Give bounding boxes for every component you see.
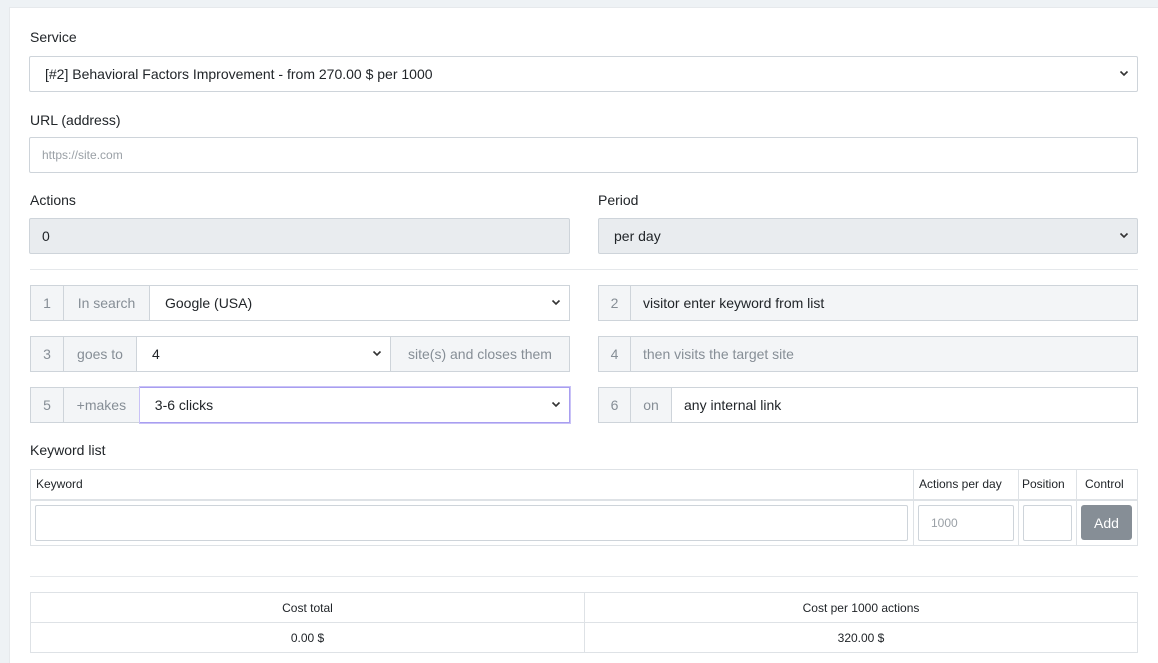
actions-field: 0 (29, 218, 570, 254)
url-placeholder: https://site.com (42, 148, 123, 162)
period-label: Period (598, 192, 639, 208)
col-position: Position (1022, 477, 1065, 491)
search-engine-select[interactable]: Google (USA) (150, 285, 570, 321)
col-divider (1018, 469, 1019, 546)
step-prefix: +makes (63, 387, 140, 423)
step-prefix: on (631, 387, 672, 423)
order-form-card: Service [#2] Behavioral Factors Improvem… (9, 7, 1158, 663)
step-2-group: 2 visitor enter keyword from list (598, 285, 1138, 321)
step-prefix: In search (64, 285, 150, 321)
period-select[interactable]: per day (598, 218, 1138, 254)
search-engine-value: Google (USA) (165, 295, 253, 311)
clicks-select[interactable]: 3-6 clicks (139, 387, 570, 423)
step-suffix: site(s) and closes them (391, 336, 570, 372)
col-control: Control (1085, 477, 1124, 491)
service-select-value: [#2] Behavioral Factors Improvement - fr… (45, 66, 433, 82)
link-target-field[interactable]: any internal link (672, 387, 1138, 423)
col-actions-per-day: Actions per day (919, 477, 1002, 491)
position-input[interactable] (1023, 505, 1072, 541)
keyword-table-head-divider (30, 499, 1138, 501)
step-5-group: 5 +makes 3-6 clicks (30, 387, 570, 423)
step-number: 4 (598, 336, 631, 372)
divider (30, 576, 1138, 577)
service-label: Service (30, 29, 77, 45)
step-prefix: goes to (64, 336, 137, 372)
sites-count-select[interactable]: 4 (137, 336, 391, 372)
service-select[interactable]: [#2] Behavioral Factors Improvement - fr… (29, 56, 1138, 92)
cost-per-1000-header: Cost per 1000 actions (584, 592, 1138, 623)
chevron-down-icon (551, 297, 561, 307)
step-4-text: then visits the target site (631, 336, 1138, 372)
actions-value: 0 (42, 228, 50, 244)
col-keyword: Keyword (36, 477, 83, 491)
step-number: 3 (30, 336, 64, 372)
url-input[interactable]: https://site.com (29, 137, 1138, 173)
step-number: 6 (598, 387, 631, 423)
step-4-group: 4 then visits the target site (598, 336, 1138, 372)
step-6-group: 6 on any internal link (598, 387, 1138, 423)
keyword-list-label: Keyword list (30, 442, 106, 458)
add-keyword-button[interactable]: Add (1081, 505, 1132, 540)
period-select-value: per day (614, 228, 661, 244)
col-divider (1076, 469, 1077, 546)
step-number: 5 (30, 387, 64, 423)
actions-per-day-input[interactable]: 1000 (918, 505, 1014, 541)
sites-count-value: 4 (152, 346, 160, 362)
col-divider (913, 469, 914, 546)
chevron-down-icon (551, 399, 561, 409)
step-1-group: 1 In search Google (USA) (30, 285, 570, 321)
chevron-down-icon (372, 348, 382, 358)
step-2-text: visitor enter keyword from list (631, 285, 1138, 321)
step-number: 1 (30, 285, 64, 321)
keyword-input[interactable] (35, 505, 908, 541)
divider (30, 269, 1138, 270)
step-3-group: 3 goes to 4 site(s) and closes them (30, 336, 570, 372)
cost-total-value: 0.00 $ (30, 622, 585, 653)
clicks-value: 3-6 clicks (154, 397, 214, 413)
step-number: 2 (598, 285, 631, 321)
actions-per-day-placeholder: 1000 (931, 516, 958, 530)
chevron-down-icon (1119, 68, 1129, 78)
chevron-down-icon (1119, 230, 1129, 240)
cost-per-1000-value: 320.00 $ (584, 622, 1138, 653)
actions-label: Actions (30, 192, 76, 208)
cost-total-header: Cost total (30, 592, 585, 623)
url-label: URL (address) (30, 112, 121, 128)
